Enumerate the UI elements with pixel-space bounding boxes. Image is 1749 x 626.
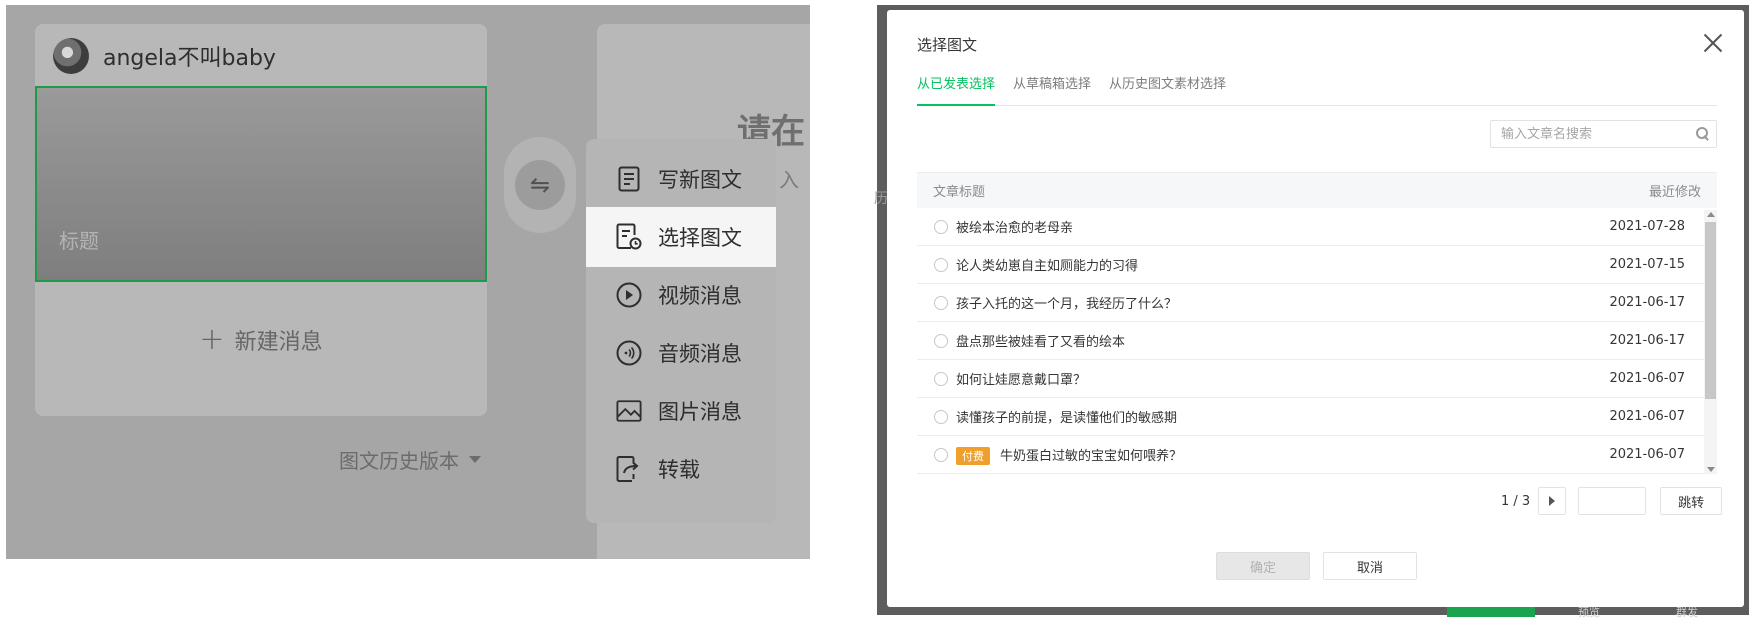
table-row[interactable]: 读懂孩子的前提，是读懂他们的敏感期 2021-06-07 — [917, 398, 1717, 436]
audio-icon — [616, 340, 642, 366]
account-row: angela不叫baby — [53, 38, 276, 74]
table-row[interactable]: 付费 牛奶蛋白过敏的宝宝如何喂养？ 2021-06-07 — [917, 436, 1717, 473]
document-clock-icon — [616, 223, 642, 250]
radio-button[interactable] — [934, 333, 948, 348]
menu-item-new-article[interactable]: 写新图文 — [586, 149, 776, 209]
radio-button[interactable] — [934, 447, 948, 462]
tab-published[interactable]: 从已发表选择 — [917, 74, 996, 106]
scroll-up-arrow-icon[interactable] — [1707, 212, 1715, 217]
new-message-button[interactable]: + 新建消息 — [35, 324, 487, 356]
menu-item-label: 选择图文 — [658, 226, 742, 250]
radio-button[interactable] — [934, 295, 948, 310]
list-scrollbar[interactable] — [1704, 210, 1717, 474]
article-date: 2021-07-15 — [1609, 257, 1685, 272]
confirm-button[interactable]: 确定 — [1216, 552, 1310, 580]
insert-menu: 写新图文 选择图文 视频消息 音频消息 图片消息 转载 — [586, 139, 776, 523]
col-title-header: 文章标题 — [933, 185, 986, 200]
col-date-header: 最近修改 — [1648, 185, 1701, 200]
radio-button[interactable] — [934, 257, 948, 272]
avatar — [53, 38, 89, 74]
article-list: 被绘本治愈的老母亲 2021-07-28 论人类幼崽自主如厕能力的习得 2021… — [917, 208, 1717, 474]
swap-arrows-icon: ⇋ — [515, 160, 565, 210]
paid-badge: 付费 — [956, 446, 990, 465]
table-row[interactable]: 如何让娃愿意戴口罩？ 2021-06-07 — [917, 360, 1717, 398]
menu-item-label: 音频消息 — [658, 342, 742, 366]
dialog-title: 选择图文 — [917, 36, 978, 54]
article-date: 2021-06-17 — [1609, 295, 1685, 310]
next-page-button[interactable] — [1538, 487, 1567, 515]
tab-history-materials[interactable]: 从历史图文素材选择 — [1109, 74, 1226, 106]
content-prompt-sub: 入 — [779, 168, 799, 192]
menu-item-video[interactable]: 视频消息 — [586, 265, 776, 325]
article-title: 读懂孩子的前提，是读懂他们的敏感期 — [956, 411, 1178, 426]
green-strip — [1447, 607, 1535, 617]
radio-button[interactable] — [934, 409, 948, 424]
article-title: 付费 牛奶蛋白过敏的宝宝如何喂养？ — [956, 445, 1609, 465]
scroll-down-arrow-icon[interactable] — [1707, 467, 1715, 472]
article-title: 盘点那些被娃看了又看的绘本 — [956, 335, 1126, 350]
play-icon — [616, 282, 642, 308]
menu-item-audio[interactable]: 音频消息 — [586, 323, 776, 383]
radio-button[interactable] — [934, 371, 948, 386]
close-icon[interactable] — [1698, 28, 1728, 58]
menu-item-repost[interactable]: 转载 — [586, 439, 776, 499]
article-title: 如何让娃愿意戴口罩？ — [956, 373, 1087, 388]
image-icon — [616, 398, 642, 424]
history-version-label: 图文历史版本 — [339, 449, 459, 473]
table-row[interactable]: 被绘本治愈的老母亲 2021-07-28 — [917, 208, 1717, 246]
article-date: 2021-06-17 — [1609, 333, 1685, 348]
select-article-dialog: 选择图文 从已发表选择 从草稿箱选择 从历史图文素材选择 文章标题 最近修改 被… — [887, 10, 1744, 607]
caret-right-icon — [1549, 496, 1556, 506]
cancel-button[interactable]: 取消 — [1323, 552, 1417, 580]
search-icon[interactable] — [1696, 127, 1710, 141]
swap-button[interactable]: ⇋ — [504, 137, 576, 233]
table-header: 文章标题 最近修改 — [917, 172, 1717, 208]
article-date: 2021-06-07 — [1609, 409, 1685, 424]
message-card: angela不叫baby 标题 + 新建消息 — [35, 24, 487, 416]
share-icon — [616, 456, 642, 482]
table-row[interactable]: 论人类幼崽自主如厕能力的习得 2021-07-15 — [917, 246, 1717, 284]
menu-item-label: 转载 — [658, 458, 700, 482]
cover-area[interactable]: 标题 — [35, 86, 487, 282]
menu-item-label: 写新图文 — [658, 168, 742, 192]
menu-item-image[interactable]: 图片消息 — [586, 381, 776, 441]
article-title-text: 牛奶蛋白过敏的宝宝如何喂养？ — [1000, 448, 1183, 464]
article-date: 2021-06-07 — [1609, 371, 1685, 386]
history-version-dropdown[interactable]: 图文历史版本 — [339, 445, 481, 474]
caret-down-icon — [469, 456, 481, 463]
new-message-label: 新建消息 — [234, 330, 323, 355]
dialog-tabs: 从已发表选择 从草稿箱选择 从历史图文素材选择 — [917, 74, 1717, 106]
table-row[interactable]: 盘点那些被娃看了又看的绘本 2021-06-17 — [917, 322, 1717, 360]
document-icon — [616, 166, 642, 192]
article-title: 论人类幼崽自主如厕能力的习得 — [956, 259, 1139, 274]
cover-title-placeholder[interactable]: 标题 — [59, 225, 99, 254]
article-date: 2021-06-07 — [1609, 447, 1685, 462]
editor-panel: angela不叫baby 标题 + 新建消息 图文历史版本 ⇋ 请在 入 写新图… — [6, 5, 810, 559]
account-name: angela不叫baby — [103, 46, 276, 71]
jump-button[interactable]: 跳转 — [1660, 487, 1723, 515]
article-title: 孩子入托的这一个月，我经历了什么？ — [956, 297, 1178, 312]
scroll-thumb[interactable] — [1705, 222, 1716, 399]
plus-icon: + — [199, 322, 225, 357]
article-title: 被绘本治愈的老母亲 — [956, 221, 1074, 236]
table-row[interactable]: 孩子入托的这一个月，我经历了什么？ 2021-06-17 — [917, 284, 1717, 322]
menu-item-label: 视频消息 — [658, 284, 742, 308]
page-number-input[interactable] — [1578, 487, 1647, 515]
menu-item-select-article[interactable]: 选择图文 — [586, 207, 776, 267]
tab-drafts[interactable]: 从草稿箱选择 — [1013, 74, 1091, 106]
side-text: 历 — [874, 191, 888, 207]
radio-button[interactable] — [934, 219, 948, 234]
pagination: 1 / 3 跳转 — [1501, 487, 1723, 515]
page-indicator: 1 / 3 — [1501, 493, 1531, 509]
search-input[interactable] — [1491, 121, 1681, 147]
search-box — [1490, 120, 1717, 148]
article-date: 2021-07-28 — [1609, 219, 1685, 234]
menu-item-label: 图片消息 — [658, 400, 742, 424]
